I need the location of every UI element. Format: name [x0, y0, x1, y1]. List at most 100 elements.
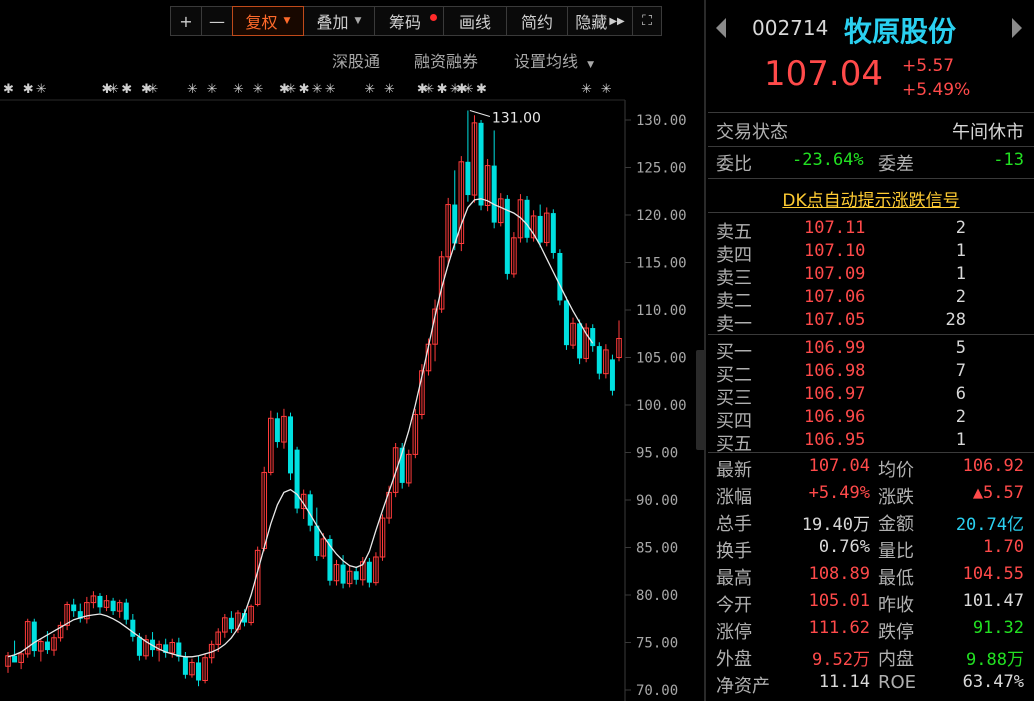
stat-label: 跌停: [878, 622, 914, 643]
stat-value: 108.89: [808, 564, 870, 584]
ask-row[interactable]: 卖五 107.11 2: [708, 218, 1034, 243]
chart-toolbar: + — 复权 ▼ 叠加 ▼ 筹码 画线 简约 隐藏 ▶▶ ⛶: [170, 6, 662, 40]
stat-value: 19.40万: [801, 515, 870, 535]
stats-row: 外盘 9.52万 内盘 9.88万: [708, 645, 1034, 671]
signal-marker-icon: ✳: [581, 82, 592, 97]
signal-marker-icon: ✳: [463, 82, 474, 97]
ma-settings-label: 设置均线: [514, 52, 579, 71]
candle-body: [524, 199, 530, 238]
peak-price-label: 131.00: [492, 111, 541, 127]
candle-body: [110, 600, 116, 612]
stats-row: 今开 105.01 昨收 101.47: [708, 591, 1034, 617]
bid-row[interactable]: 买一 106.99 5: [708, 338, 1034, 363]
candle-body: [537, 215, 543, 243]
stats-row: 净资产 11.14 ROE 63.47%: [708, 672, 1034, 698]
stat-value: 106.92: [962, 456, 1024, 476]
ask-row[interactable]: 卖二 107.06 2: [708, 287, 1034, 312]
chevron-down-icon: ▼: [283, 16, 291, 26]
kline-chart-area[interactable]: 130.00 125.00 120.00 115.00 110.00 105.00 100.…: [0, 0, 700, 701]
y-tick-label: 70.00: [636, 683, 678, 699]
ask-row[interactable]: 卖三 107.09 1: [708, 264, 1034, 289]
weibi-row: 委比 -23.64% 委差 -13: [708, 150, 1034, 176]
fullscreen-icon: ⛶: [642, 13, 652, 29]
candle-body: [12, 655, 18, 663]
signal-marker-icon: ✱: [23, 82, 34, 97]
ask-row[interactable]: 卖一 107.05 28: [708, 310, 1034, 335]
y-tick-label: 90.00: [636, 493, 678, 509]
ask-price: 107.10: [804, 241, 866, 261]
ask-price: 107.09: [804, 264, 866, 284]
dk-signal-link[interactable]: DK点自动提示涨跌信号: [708, 186, 1034, 211]
y-tick-label: 80.00: [636, 588, 678, 604]
bid-price: 106.97: [804, 384, 866, 404]
shenguton-link[interactable]: 深股通: [332, 48, 380, 72]
collapse-handle[interactable]: [696, 350, 706, 450]
overlay-dropdown[interactable]: 叠加 ▼: [303, 6, 375, 36]
bid-volume: 1: [955, 430, 966, 450]
signal-marker-icon: ✳: [36, 82, 47, 97]
stat-value: 111.62: [808, 618, 870, 638]
fuquan-label: 复权: [245, 13, 278, 32]
stat-value: 105.01: [808, 591, 870, 611]
ask-row[interactable]: 卖四 107.10 1: [708, 241, 1034, 266]
next-stock-icon[interactable]: [1012, 18, 1022, 38]
ask-volume: 1: [955, 241, 966, 261]
candle-body: [71, 604, 77, 612]
margin-trading-link[interactable]: 融资融券: [414, 48, 478, 72]
fuquan-dropdown[interactable]: 复权 ▼: [232, 6, 304, 36]
trade-status-label: 交易状态: [716, 122, 788, 143]
stat-label: 涨幅: [716, 487, 752, 508]
ask-volume: 2: [955, 218, 966, 238]
ask-price: 107.05: [804, 310, 866, 330]
bid-row[interactable]: 买二 106.98 7: [708, 361, 1034, 386]
bid-row[interactable]: 买三 106.97 6: [708, 384, 1034, 409]
signal-marker-icon: ✳: [286, 82, 297, 97]
stat-value: ▲5.57: [972, 483, 1024, 503]
prev-stock-icon[interactable]: [716, 18, 726, 38]
candle-body: [353, 571, 359, 580]
candle-body: [590, 328, 596, 347]
stat-label: 最新: [716, 460, 752, 481]
stat-label: 金额: [878, 514, 914, 535]
divider: [708, 146, 1034, 147]
chips-button[interactable]: 筹码: [374, 6, 444, 36]
stat-value: 104.55: [962, 564, 1024, 584]
draw-line-button[interactable]: 画线: [443, 6, 507, 36]
peak-arrow: [469, 110, 491, 117]
notification-dot-icon: [430, 14, 437, 21]
zoom-in-button[interactable]: +: [170, 6, 202, 36]
bid-row[interactable]: 买四 106.96 2: [708, 407, 1034, 432]
stat-label: 最高: [716, 568, 752, 589]
hide-button[interactable]: 隐藏 ▶▶: [567, 6, 633, 36]
stat-value: 63.47%: [962, 672, 1024, 692]
divider: [708, 212, 1034, 213]
overlay-label: 叠加: [316, 13, 349, 32]
signal-marker-icon: ✳: [207, 82, 218, 97]
bid-row[interactable]: 买五 106.95 1: [708, 430, 1034, 455]
candle-body: [550, 213, 556, 253]
stat-label: 量比: [878, 541, 914, 562]
y-tick-label: 105.00: [636, 351, 687, 367]
stock-name: 牧原股份: [844, 15, 957, 48]
kline-chart[interactable]: 130.00 125.00 120.00 115.00 110.00 105.00 100.…: [0, 0, 700, 701]
candle-body: [294, 449, 300, 509]
candle-body: [557, 253, 563, 301]
stats-row: 总手 19.40万 金额 20.74亿: [708, 510, 1034, 536]
ma-settings-dropdown[interactable]: 设置均线 ▼: [514, 48, 594, 72]
y-tick-label: 85.00: [636, 541, 678, 557]
signal-marker-icon: ✳: [384, 82, 395, 97]
signal-marker-icon: ✳: [423, 82, 434, 97]
divider: [708, 334, 1034, 335]
y-tick-label: 75.00: [636, 636, 678, 652]
simple-mode-button[interactable]: 简约: [506, 6, 568, 36]
stat-label: 涨跌: [878, 487, 914, 508]
candle-body: [596, 346, 602, 374]
zoom-out-button[interactable]: —: [201, 6, 233, 36]
signal-marker-icon: ✱: [121, 82, 132, 97]
signal-marker-icon: ✳: [601, 82, 612, 97]
stat-label: 昨收: [878, 595, 914, 616]
fullscreen-button[interactable]: ⛶: [632, 6, 662, 36]
signal-marker-icon: ✱: [299, 82, 310, 97]
signal-marker-icon: ✱: [476, 82, 487, 97]
candle-body: [228, 617, 234, 630]
